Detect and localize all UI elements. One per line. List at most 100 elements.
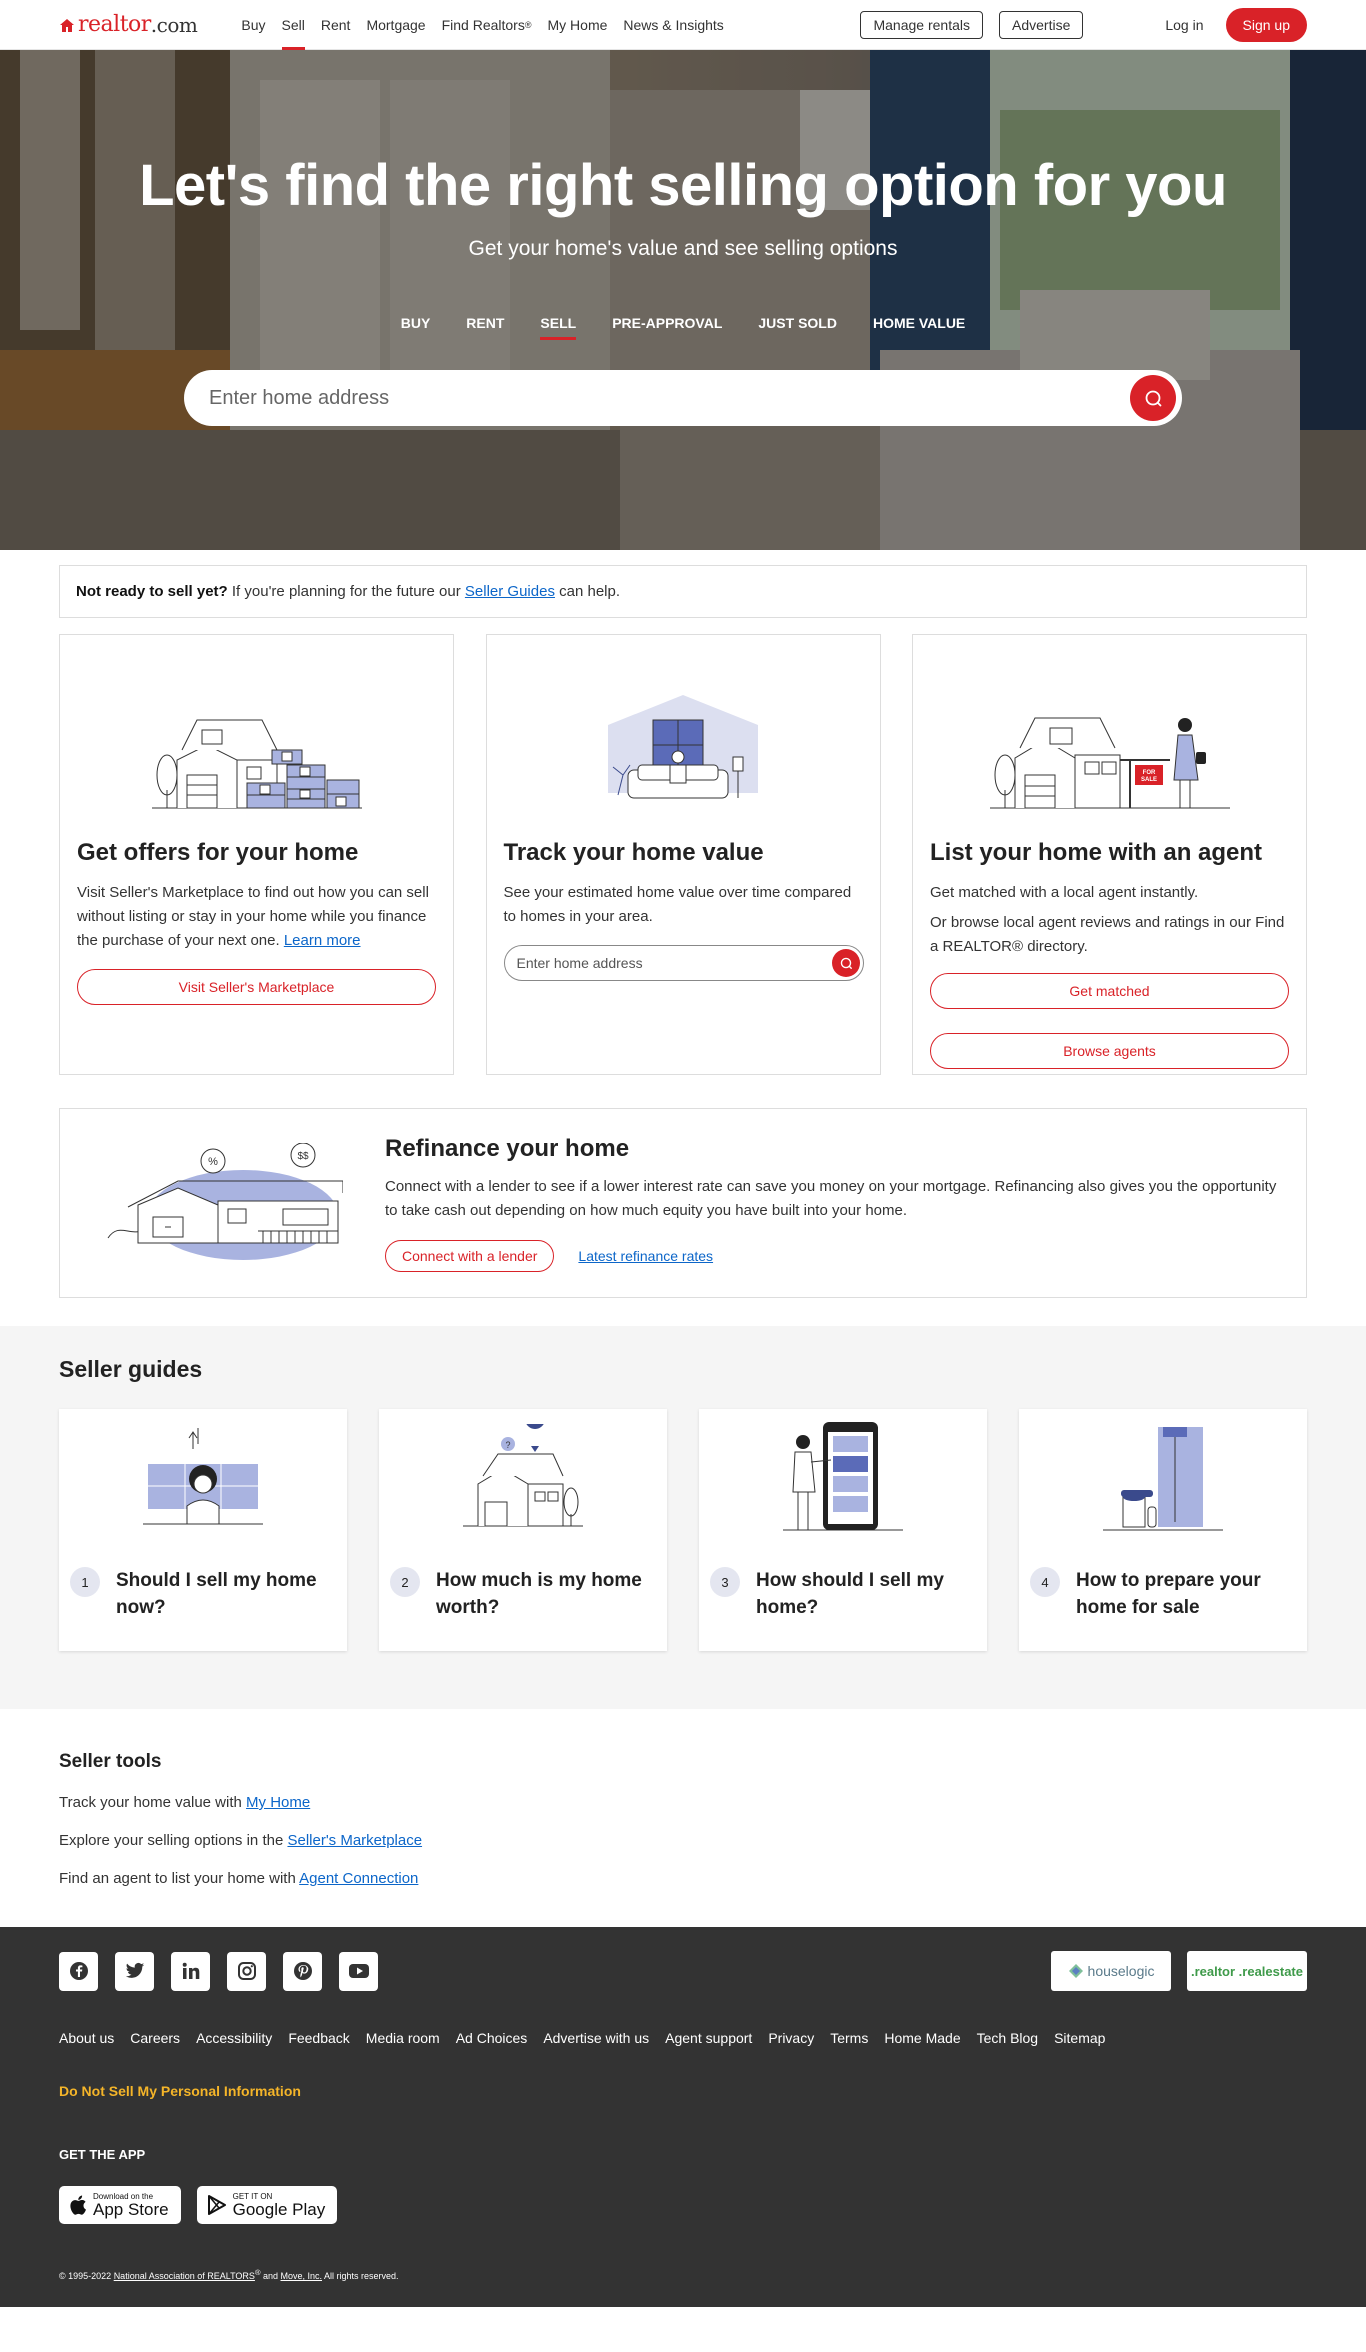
tool-item: Find an agent to list your home with Age… [59, 1870, 1307, 1887]
connect-with-lender-button[interactable]: Connect with a lender [385, 1239, 555, 1272]
svg-text:SALE: SALE [1140, 777, 1156, 783]
footer-link-sitemap[interactable]: Sitemap [1054, 2030, 1105, 2046]
get-app-heading: GET THE APP [59, 2147, 146, 2162]
house-with-money-icon [151, 719, 362, 809]
signup-button[interactable]: Sign up [1225, 7, 1307, 42]
tab-pre-approval[interactable]: PRE-APPROVAL [612, 315, 722, 340]
agent-with-for-sale-sign-icon: FOR SALE [989, 717, 1230, 809]
guide-number: 2 [390, 1567, 420, 1597]
copyright-and: and [260, 2271, 281, 2281]
footer-link-careers[interactable]: Careers [130, 2030, 180, 2046]
track-address-input[interactable] [516, 955, 832, 971]
guide-title: Should I sell my home now? [116, 1570, 317, 1618]
learn-more-link[interactable]: Learn more [284, 932, 361, 949]
footer-link-advertise[interactable]: Advertise with us [543, 2030, 649, 2046]
twitter-icon[interactable] [115, 1951, 154, 1991]
footer-link-accessibility[interactable]: Accessibility [196, 2030, 272, 2046]
tab-home-value[interactable]: HOME VALUE [873, 315, 965, 340]
offers-title: Get offers for your home [77, 839, 359, 866]
nav-mortgage[interactable]: Mortgage [358, 0, 433, 50]
copyright-tail: All rights reserved. [322, 2271, 399, 2281]
tab-just-sold[interactable]: JUST SOLD [758, 315, 837, 340]
guide-text: 2 How much is my home worth? [390, 1567, 656, 1621]
tool-text: Find an agent to list your home with [59, 1870, 300, 1887]
seller-guides-link[interactable]: Seller Guides [465, 583, 555, 600]
nav-news-insights[interactable]: News & Insights [615, 0, 731, 50]
agent-card: FOR SALE List your home with an agent Ge… [912, 634, 1307, 1075]
facebook-glyph [69, 1962, 88, 1980]
pinterest-icon[interactable] [283, 1951, 322, 1991]
social-row: houselogic .realtor .realestate [59, 1951, 1307, 1991]
houselogic-logo[interactable]: houselogic [1051, 1951, 1171, 1991]
facebook-icon[interactable] [59, 1951, 98, 1991]
realtor-realestate-logo[interactable]: .realtor .realestate [1187, 1951, 1307, 1991]
guide-card[interactable]: 1 Should I sell my home now? [59, 1409, 347, 1651]
app-store-badge[interactable]: Download on the App Store [59, 2186, 181, 2224]
login-link[interactable]: Log in [1165, 17, 1203, 33]
hero-section: Let's find the right selling option for … [0, 50, 1366, 550]
track-search-button[interactable] [831, 949, 860, 977]
sellers-marketplace-link[interactable]: Seller's Marketplace [287, 1832, 422, 1849]
nav-rent[interactable]: Rent [313, 0, 359, 50]
linkedin-icon[interactable] [171, 1951, 210, 1991]
google-play-badge[interactable]: GET IT ON Google Play [196, 2186, 338, 2224]
guide-card[interactable]: 4 How to prepare your home for sale [1019, 1409, 1307, 1651]
move-inc-link[interactable]: Move, Inc. [281, 2271, 323, 2281]
footer-link-ad-choices[interactable]: Ad Choices [456, 2030, 528, 2046]
do-not-sell-link[interactable]: Do Not Sell My Personal Information [59, 2083, 301, 2099]
latest-refinance-rates-link[interactable]: Latest refinance rates [578, 1248, 713, 1264]
nav-buy[interactable]: Buy [233, 0, 273, 50]
get-matched-button[interactable]: Get matched [930, 973, 1289, 1009]
google-play-icon [207, 2195, 226, 2215]
app-store-big-text: App Store [93, 2199, 169, 2219]
hero-search-button[interactable] [1130, 375, 1176, 421]
nav-my-home[interactable]: My Home [540, 0, 616, 50]
tab-buy[interactable]: BUY [401, 315, 431, 340]
nav-find-realtors[interactable]: Find Realtors ® [434, 0, 540, 50]
nav-sell[interactable]: Sell [274, 0, 313, 50]
main-content: Not ready to sell yet? If you're plannin… [59, 565, 1307, 1298]
browse-agents-button[interactable]: Browse agents [930, 1033, 1289, 1069]
youtube-glyph [348, 1964, 369, 1978]
person-with-phone-icon [783, 1421, 903, 1530]
agent-connection-link[interactable]: Agent Connection [299, 1870, 418, 1887]
footer-link-tech-blog[interactable]: Tech Blog [977, 2030, 1038, 2046]
seller-guides-title: Seller guides [59, 1356, 203, 1382]
site-header: realtor .com Buy Sell Rent Mortgage Find … [0, 0, 1366, 50]
instagram-icon[interactable] [227, 1951, 266, 1991]
dollar-bubble: $$ [297, 1151, 309, 1162]
footer-link-feedback[interactable]: Feedback [288, 2030, 349, 2046]
guide-card[interactable]: $ ? 2 How much is my home worth? [379, 1409, 667, 1651]
logo-suffix: .com [150, 12, 198, 37]
guide-illustration [710, 1409, 976, 1539]
footer-link-media-room[interactable]: Media room [366, 2030, 440, 2046]
footer-link-agent-support[interactable]: Agent support [665, 2030, 752, 2046]
footer-links: About us Careers Accessibility Feedback … [59, 2030, 1307, 2046]
seller-guides-notice: Not ready to sell yet? If you're plannin… [59, 565, 1307, 618]
realtor-logo[interactable]: realtor .com [59, 12, 198, 37]
footer-link-home-made[interactable]: Home Made [884, 2030, 960, 2046]
footer-link-about[interactable]: About us [59, 2030, 114, 2046]
tab-sell[interactable]: SELL [540, 315, 576, 340]
manage-rentals-button[interactable]: Manage rentals [860, 10, 983, 39]
copyright-prefix: © 1995-2022 [59, 2271, 114, 2281]
advertise-button[interactable]: Advertise [999, 10, 1084, 39]
instagram-glyph [237, 1962, 256, 1980]
youtube-icon[interactable] [339, 1951, 378, 1991]
tool-item: Explore your selling options in the Sell… [59, 1832, 1307, 1849]
guide-number: 1 [70, 1567, 100, 1597]
nar-link[interactable]: National Association of REALTORS [114, 2271, 255, 2281]
tab-rent[interactable]: RENT [466, 315, 504, 340]
my-home-link[interactable]: My Home [246, 1794, 310, 1811]
guide-card[interactable]: 3 How should I sell my home? [699, 1409, 987, 1651]
seller-tools-title: Seller tools [59, 1751, 162, 1772]
footer-link-privacy[interactable]: Privacy [768, 2030, 814, 2046]
header-actions: Manage rentals Advertise Log in Sign up [844, 7, 1307, 42]
hero-address-input[interactable] [209, 386, 1130, 410]
footer-link-terms[interactable]: Terms [830, 2030, 868, 2046]
realtor-realestate-text: .realtor .realestate [1190, 1963, 1303, 1979]
visit-sellers-marketplace-button[interactable]: Visit Seller's Marketplace [77, 969, 436, 1005]
guide-number: 3 [710, 1567, 740, 1597]
agent-text-2: Or browse local agent reviews and rating… [930, 914, 1285, 955]
guide-title: How to prepare your home for sale [1076, 1570, 1261, 1618]
